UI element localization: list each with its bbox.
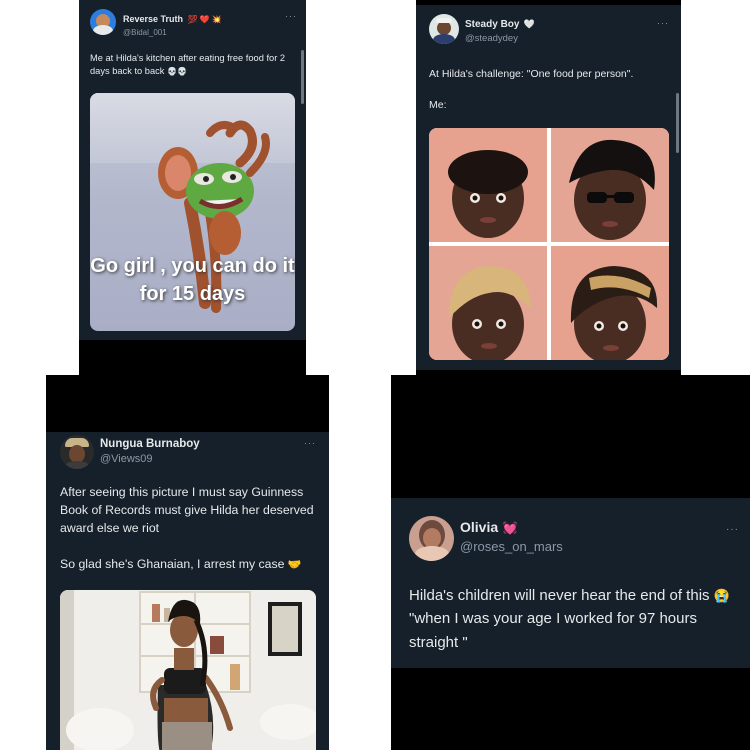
tweet-card: Reverse Truth 💯 ❤️ 💥 @Bidal_001 ··· Me a… <box>79 0 306 340</box>
skull-emoji: 💀💀 <box>167 67 187 77</box>
tweet-card: Nungua Burnaboy @Views09 ··· After seein… <box>46 432 329 750</box>
scrollbar[interactable] <box>301 50 304 104</box>
display-name[interactable]: Nungua Burnaboy <box>100 438 200 450</box>
handle[interactable]: @roses_on_mars <box>460 539 563 554</box>
baby-photo-grid[interactable] <box>429 128 669 360</box>
beating-heart-emoji: 💓 <box>502 521 518 535</box>
avatar[interactable] <box>409 516 454 561</box>
handle[interactable]: @Views09 <box>100 453 200 465</box>
more-options-icon[interactable]: ··· <box>657 18 669 28</box>
woman-posing-icon <box>60 590 316 750</box>
scrollbar[interactable] <box>676 93 679 153</box>
more-options-icon[interactable]: ··· <box>304 438 316 448</box>
tweet-text-line1: At Hilda's challenge: "One food per pers… <box>429 68 634 80</box>
woman-photo[interactable] <box>60 590 316 750</box>
meme-caption: Go girl , you can do it for 15 days <box>90 255 295 305</box>
avatar[interactable] <box>429 14 459 44</box>
tweet-text: Hilda's children will never hear the end… <box>409 587 730 651</box>
tweet-text-para2: So glad she's Ghanaian, I arrest my case… <box>60 556 320 574</box>
display-name[interactable]: Steady Boy <box>465 19 519 30</box>
display-name[interactable]: Reverse Truth <box>123 14 183 24</box>
tweet-card: Steady Boy 🤍 @steadydey ··· At Hilda's c… <box>416 5 681 370</box>
meme-image[interactable]: Go girl , you can do it for 15 days <box>90 93 295 331</box>
avatar[interactable] <box>90 9 116 35</box>
post-panel-olivia: Olivia 💓 @roses_on_mars ··· Hilda's chil… <box>391 375 750 750</box>
tweet-text-para1: After seeing this picture I must say Gui… <box>60 485 314 535</box>
handshake-emoji: 🤝 <box>287 559 302 571</box>
post-panel-steady-boy: Steady Boy 🤍 @steadydey ··· At Hilda's c… <box>416 0 681 375</box>
post-panel-nungua-burnaboy: Nungua Burnaboy @Views09 ··· After seein… <box>46 375 329 750</box>
more-options-icon[interactable]: ··· <box>726 524 739 535</box>
more-options-icon[interactable]: ··· <box>285 11 297 21</box>
handle[interactable]: @steadydey <box>465 33 535 44</box>
tweet-card: Olivia 💓 @roses_on_mars ··· Hilda's chil… <box>391 498 750 668</box>
display-name[interactable]: Olivia <box>460 519 498 535</box>
white-heart-emoji: 🤍 <box>523 19 536 29</box>
avatar[interactable] <box>60 435 94 469</box>
tweet-text-line2: Me: <box>429 99 447 111</box>
tweet-text: Me at Hilda's kitchen after eating free … <box>90 53 286 77</box>
name-emojis: 💯 ❤️ 💥 <box>187 15 222 24</box>
loudly-crying-emoji: 😭 <box>713 588 730 603</box>
baby-faces-icon <box>429 128 669 360</box>
post-panel-reverse-truth: Reverse Truth 💯 ❤️ 💥 @Bidal_001 ··· Me a… <box>79 0 306 375</box>
handle[interactable]: @Bidal_001 <box>123 28 222 37</box>
